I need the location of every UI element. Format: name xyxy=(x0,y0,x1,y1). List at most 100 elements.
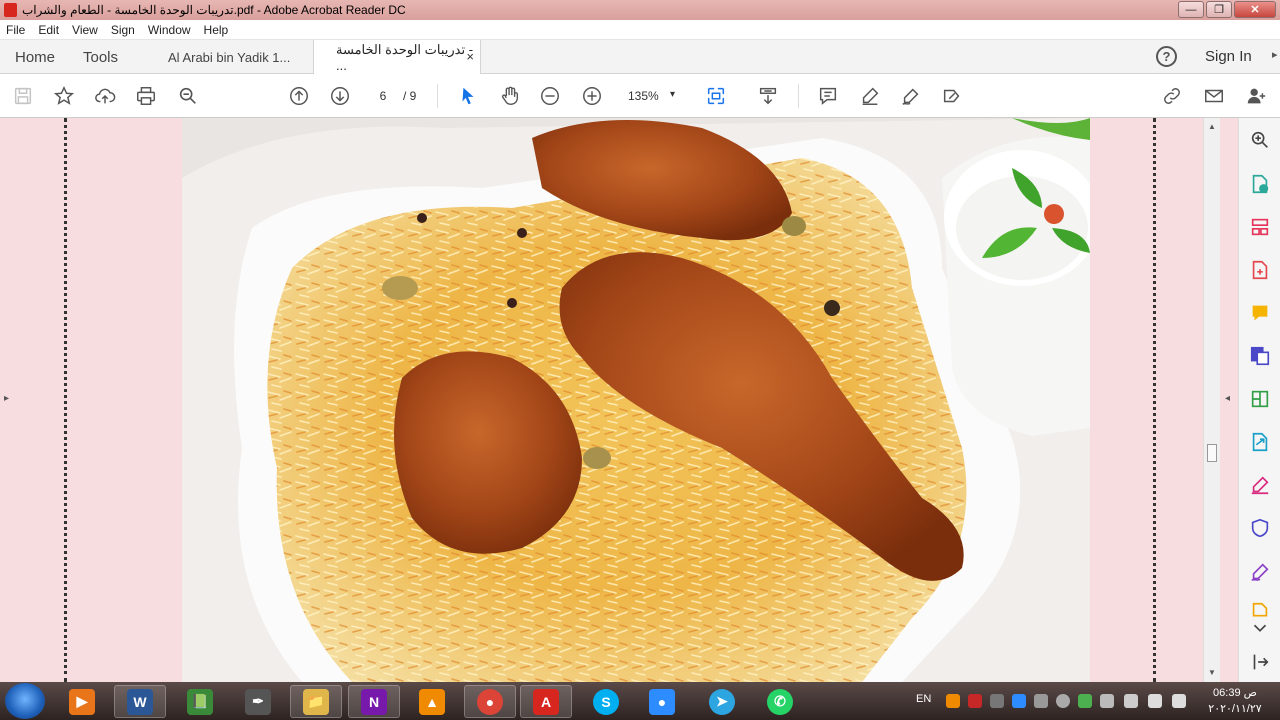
taskbar-vlc[interactable]: ▲ xyxy=(406,685,458,718)
zoom-dropdown-caret-icon[interactable]: ▾ xyxy=(670,89,675,100)
tab-tools[interactable]: Tools xyxy=(83,40,118,74)
edit-pdf-icon[interactable] xyxy=(1249,388,1271,410)
zoom-out-icon[interactable] xyxy=(538,84,562,108)
close-tab-icon[interactable]: × xyxy=(466,49,474,64)
menu-window[interactable]: Window xyxy=(148,23,191,37)
previous-page-icon[interactable] xyxy=(287,84,311,108)
chrome-icon: ● xyxy=(477,688,503,715)
taskbar-acrobat[interactable]: A xyxy=(520,685,572,718)
protect-icon[interactable] xyxy=(1249,517,1271,539)
search-tool-icon[interactable] xyxy=(1249,129,1271,151)
tray-app-icon[interactable] xyxy=(968,694,982,708)
panel-expand-chevron-icon[interactable] xyxy=(1249,617,1271,639)
more-options-icon[interactable]: ▸ xyxy=(1272,48,1278,61)
minimize-button[interactable]: — xyxy=(1178,1,1204,18)
taskbar-zoom[interactable]: ● xyxy=(636,685,688,718)
volume-icon[interactable] xyxy=(1172,694,1186,708)
taskbar-telegram[interactable]: ➤ xyxy=(696,685,748,718)
taskbar-media-player[interactable]: ▶ xyxy=(56,685,108,718)
scroll-down-icon[interactable]: ▼ xyxy=(1208,668,1216,677)
zoom-in-icon[interactable] xyxy=(580,84,604,108)
save-icon[interactable] xyxy=(11,84,35,108)
maximize-button[interactable]: ❐ xyxy=(1206,1,1232,18)
tab-document-al-arabi[interactable]: Al Arabi bin Yadik 1... xyxy=(168,40,290,74)
hand-tool-icon[interactable] xyxy=(498,84,522,108)
tray-app-icon[interactable] xyxy=(1078,694,1092,708)
upload-cloud-icon[interactable] xyxy=(93,84,117,108)
fill-sign-tool-icon[interactable] xyxy=(1249,474,1271,496)
taskbar-whatsapp[interactable]: ✆ xyxy=(754,685,806,718)
tray-app-icon[interactable] xyxy=(1056,694,1070,708)
menu-view[interactable]: View xyxy=(72,23,98,37)
tray-app-icon[interactable] xyxy=(1012,694,1026,708)
right-panel-toggle-icon[interactable]: ◂ xyxy=(1225,393,1230,404)
taskbar-onenote[interactable]: N xyxy=(348,685,400,718)
tab-bar: Home Tools Al Arabi bin Yadik 1... تدريب… xyxy=(0,40,1280,75)
fit-page-icon[interactable] xyxy=(704,84,728,108)
export-pdf-icon[interactable] xyxy=(1249,173,1271,195)
combine-files-icon[interactable] xyxy=(1249,345,1271,367)
network-signal-icon[interactable] xyxy=(1148,694,1162,708)
vertical-scrollbar[interactable]: ▲ ▼ xyxy=(1203,118,1220,682)
tray-app-icon[interactable] xyxy=(1100,694,1114,708)
taskbar-pen-app[interactable]: ✒ xyxy=(232,685,284,718)
tray-app-icon[interactable] xyxy=(946,694,960,708)
scroll-up-icon[interactable]: ▲ xyxy=(1208,122,1216,131)
tray-app-icon[interactable] xyxy=(990,694,1004,708)
pen-app-icon: ✒ xyxy=(245,688,271,715)
acrobat-icon: A xyxy=(533,688,559,715)
draw-sign-icon[interactable] xyxy=(899,84,923,108)
organize-pages-icon[interactable] xyxy=(1249,216,1271,238)
share-link-icon[interactable] xyxy=(1160,84,1184,108)
page-number-input[interactable]: 6 xyxy=(367,86,399,106)
vlc-cone-icon: ▲ xyxy=(419,688,445,715)
create-pdf-icon[interactable] xyxy=(1249,259,1271,281)
zoom-level-select[interactable]: 135% xyxy=(628,89,659,103)
search-icon[interactable] xyxy=(176,84,200,108)
add-user-icon[interactable] xyxy=(1244,84,1268,108)
menu-file[interactable]: File xyxy=(6,23,25,37)
scrollbar-thumb[interactable] xyxy=(1207,444,1217,462)
highlight-pen-icon[interactable] xyxy=(858,84,882,108)
input-language-indicator[interactable]: EN xyxy=(916,693,931,705)
word-icon: W xyxy=(127,688,153,715)
window-title: تدريبات الوحدة الخامسة - الطعام والشراب.… xyxy=(22,3,406,17)
close-window-button[interactable]: ✕ xyxy=(1234,1,1276,18)
help-icon[interactable]: ? xyxy=(1156,46,1177,67)
print-icon[interactable] xyxy=(134,84,158,108)
bookmark-star-icon[interactable] xyxy=(52,84,76,108)
tab-home[interactable]: Home xyxy=(15,40,55,74)
taskbar-green-app[interactable]: 📗 xyxy=(174,685,226,718)
select-cursor-icon[interactable] xyxy=(456,84,480,108)
sign-tool-icon[interactable] xyxy=(1249,561,1271,583)
scroll-mode-icon[interactable] xyxy=(756,84,780,108)
menu-bar: File Edit View Sign Window Help xyxy=(0,20,1280,40)
clock-date[interactable]: ٢٠٢٠/١١/٢٧ xyxy=(1200,702,1270,715)
tab-document-active[interactable]: تدريبات الوحدة الخامسة - ... × xyxy=(313,40,481,75)
taskbar-skype[interactable]: S xyxy=(580,685,632,718)
email-icon[interactable] xyxy=(1202,84,1226,108)
comment-tool-icon[interactable] xyxy=(1249,302,1271,324)
flag-icon[interactable] xyxy=(1124,694,1138,708)
menu-help[interactable]: Help xyxy=(204,23,229,37)
tray-app-icon[interactable] xyxy=(1034,694,1048,708)
sign-in-button[interactable]: Sign In xyxy=(1205,48,1252,65)
toolbar-divider xyxy=(798,84,799,108)
taskbar-word[interactable]: W xyxy=(114,685,166,718)
menu-edit[interactable]: Edit xyxy=(38,23,59,37)
menu-sign[interactable]: Sign xyxy=(111,23,135,37)
left-panel-toggle-icon[interactable]: ▸ xyxy=(4,393,9,404)
start-button-icon[interactable] xyxy=(5,683,45,719)
send-for-review-icon[interactable] xyxy=(1249,431,1271,453)
taskbar-chrome[interactable]: ● xyxy=(464,685,516,718)
comment-icon[interactable] xyxy=(816,84,840,108)
telegram-icon: ➤ xyxy=(709,688,735,715)
collapse-panel-icon[interactable] xyxy=(1249,651,1271,673)
page-total: / 9 xyxy=(403,89,417,103)
next-page-icon[interactable] xyxy=(328,84,352,108)
clock-time[interactable]: 06:39 ص xyxy=(1205,686,1265,699)
food-image xyxy=(182,118,1090,682)
folder-icon: 📁 xyxy=(303,688,329,715)
fill-sign-icon[interactable] xyxy=(940,84,964,108)
taskbar-file-explorer[interactable]: 📁 xyxy=(290,685,342,718)
